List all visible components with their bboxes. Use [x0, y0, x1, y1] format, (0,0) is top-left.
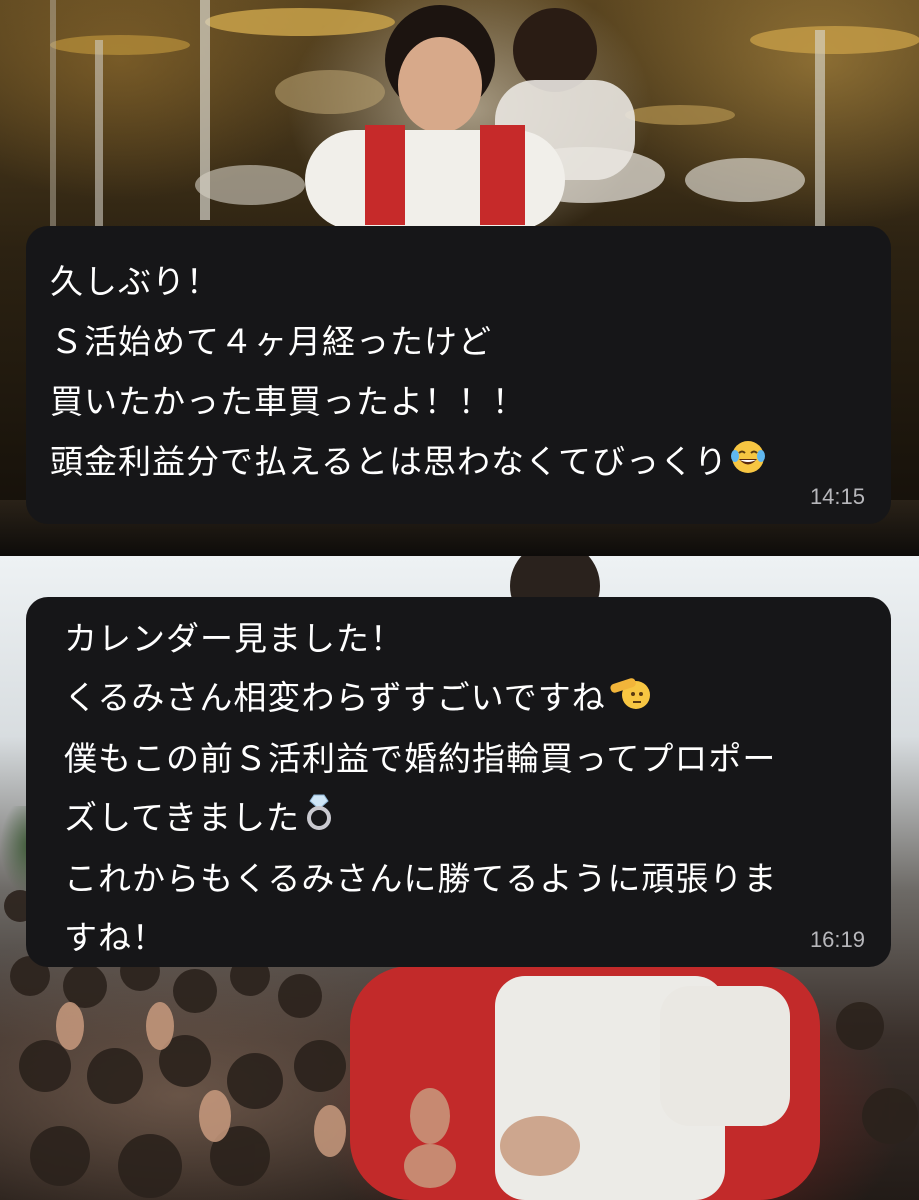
message-text: くるみさん相変わらずすごいですね: [64, 678, 606, 717]
message-text-line: 久しぶり！: [50, 262, 220, 301]
message-timestamp: 14:15: [809, 484, 865, 509]
message-text-line-with-emoji: ズしてきました: [64, 788, 867, 849]
face-with-tears-of-joy-icon: [730, 434, 766, 494]
message-text-line: 買いたかった車買ったよ！！！: [50, 382, 526, 421]
message-text: ズしてきました: [64, 798, 301, 837]
message-bubble[interactable]: 久しぶり！ Ｓ活始めて４ヶ月経ったけど 買いたかった車買ったよ！！！ 頭金利益分…: [26, 226, 891, 524]
message-text-line: 僕もこの前Ｓ活利益で婚約指輪買ってプロポー: [64, 739, 777, 778]
message-text-line-with-emoji: 頭金利益分で払えるとは思わなくてびっくり: [50, 432, 867, 494]
message-bubble[interactable]: カレンダー見ました！ くるみさん相変わらずすごいですね 僕もこの前Ｓ活利益で婚約…: [26, 597, 891, 967]
message-text-line-with-emoji: くるみさん相変わらずすごいですね: [64, 668, 867, 729]
message-text-line: すね！: [64, 918, 166, 957]
message-text-line: カレンダー見ました！: [64, 619, 404, 658]
message-timestamp: 16:19: [809, 927, 865, 952]
message-text-line: これからもくるみさんに勝てるように頑張りま: [64, 859, 778, 898]
message-text: 頭金利益分で払えるとは思わなくてびっくり: [50, 442, 729, 481]
ring-icon: [302, 790, 336, 849]
message-text-line: Ｓ活始めて４ヶ月経ったけど: [50, 322, 492, 361]
saluting-face-icon: [608, 670, 650, 729]
